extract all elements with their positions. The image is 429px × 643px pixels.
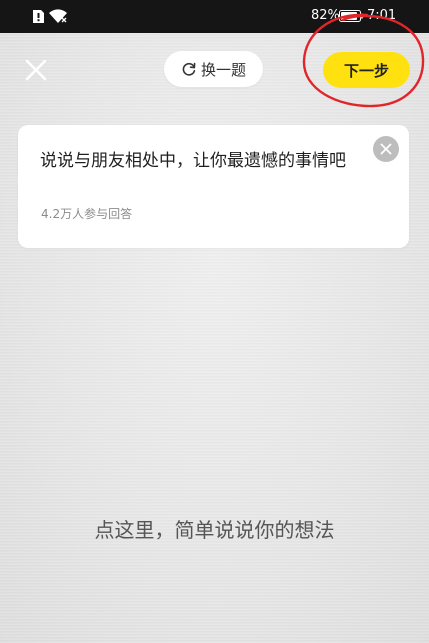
participant-count: 4.2万人参与回答 [41, 207, 133, 221]
battery-percentage: 82% [311, 8, 340, 23]
switch-question-button[interactable]: 换一题 [164, 51, 263, 87]
close-button[interactable] [22, 56, 50, 84]
next-step-label: 下一步 [343, 61, 389, 80]
close-icon [25, 59, 47, 81]
dismiss-question-button[interactable] [373, 136, 399, 162]
next-step-button[interactable]: 下一步 [323, 52, 410, 88]
question-text: 说说与朋友相处中，让你最遗憾的事情吧 [40, 151, 346, 171]
refresh-icon [182, 62, 196, 76]
status-clock: 7:01 [367, 8, 397, 23]
sim-alert-icon [33, 10, 44, 23]
page: 82% 7:01 换一题 下一步 说说与朋友相处中，让你最遗憾的事情吧 4.2万… [0, 0, 429, 643]
status-bar: 82% 7:01 [0, 0, 429, 33]
background-texture [0, 0, 429, 643]
answer-input-prompt[interactable]: 点这里，简单说说你的想法 [0, 514, 429, 543]
wifi-icon [49, 9, 67, 23]
question-card: 说说与朋友相处中，让你最遗憾的事情吧 4.2万人参与回答 [18, 125, 409, 248]
battery-icon [339, 10, 363, 22]
close-icon [380, 143, 392, 155]
switch-question-label: 换一题 [200, 60, 246, 79]
